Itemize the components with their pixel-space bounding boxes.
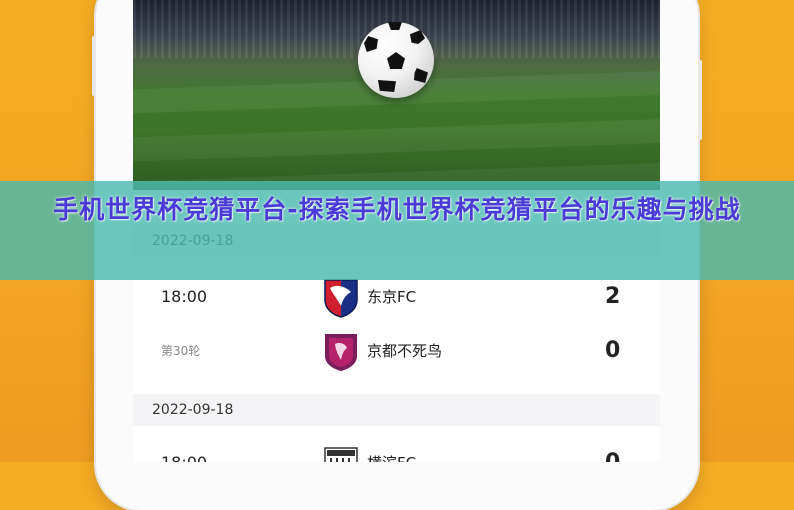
match-round: 第30轮 [161, 344, 201, 358]
away-score: 0 [605, 338, 621, 363]
fc-tokyo-crest-icon [324, 279, 358, 318]
page-title: 手机世界杯竞猜平台-探索手机世界杯竞猜平台的乐趣与挑战 [53, 195, 741, 224]
home-score: 0 [605, 436, 620, 462]
kyoto-sanga-crest-icon [325, 334, 357, 371]
yokohama-fc-crest-icon [324, 447, 358, 462]
soccer-ball-icon [358, 22, 434, 98]
match-time: 18:00 [161, 436, 207, 462]
away-team-name: 京都不死鸟 [367, 342, 443, 360]
phone-side-button [92, 36, 96, 96]
match-date-header: 2022-09-18 [133, 394, 660, 426]
phone-side-button [698, 60, 702, 140]
stadium-image [133, 0, 660, 190]
home-team-name: 横滨FC [367, 436, 416, 462]
match-row-home[interactable]: 18:00 横滨FC 0 [133, 436, 660, 462]
match-row-away[interactable]: 第30轮 京都不死鸟 0 [133, 324, 660, 378]
